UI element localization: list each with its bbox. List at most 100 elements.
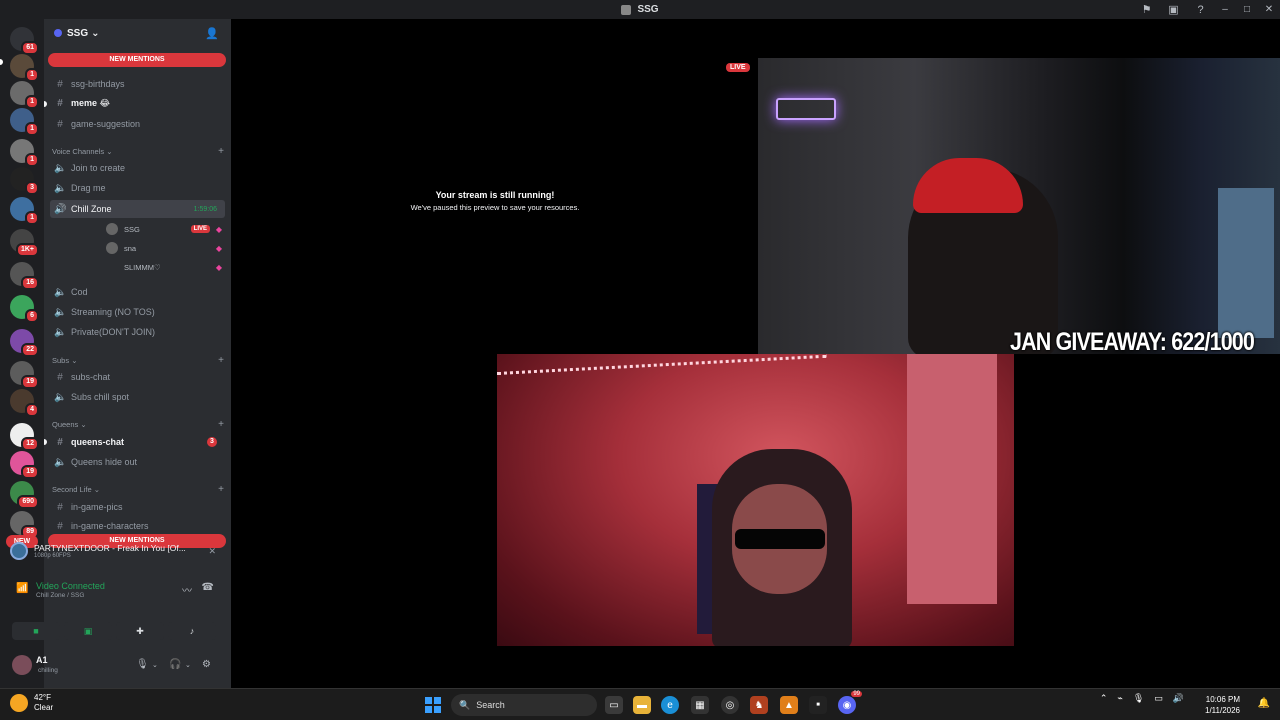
display-icon[interactable]: ▭ xyxy=(1154,693,1163,704)
add-channel-icon[interactable]: + xyxy=(218,146,224,157)
category-voice[interactable]: Voice Channels ⌄ + xyxy=(52,146,224,157)
game-app-icon[interactable]: ♞ xyxy=(750,696,768,714)
stream-video-top[interactable] xyxy=(758,58,1280,354)
add-channel-icon[interactable]: + xyxy=(218,484,224,495)
weather-widget[interactable]: 42°F Clear xyxy=(10,693,53,713)
network-icon[interactable]: ⌁ xyxy=(1117,693,1122,704)
voice-channel-join-to-create[interactable]: 🔈 Join to create xyxy=(50,159,225,177)
server-icon[interactable]: 1 xyxy=(10,81,39,109)
category-label: Voice Channels xyxy=(52,147,105,156)
taskbar-search[interactable]: 🔍 Search xyxy=(451,694,597,716)
screen-share-button[interactable]: ▣ xyxy=(64,622,112,640)
voice-user-name: SLIMMM♡ xyxy=(124,262,161,272)
app-icon[interactable]: ▲ xyxy=(780,696,798,714)
server-folder[interactable]: 6 xyxy=(10,295,39,323)
chevron-down-icon[interactable]: ⌄ xyxy=(152,661,158,669)
github-icon[interactable]: ◎ xyxy=(721,696,739,714)
edge-browser-icon[interactable]: e xyxy=(661,696,679,714)
voice-user-sna[interactable]: sna ◆ xyxy=(106,241,224,255)
channel-in-game-pics[interactable]: # in-game-pics xyxy=(50,498,225,516)
add-channel-icon[interactable]: + xyxy=(218,419,224,430)
notification-bell-icon[interactable]: 🔔 xyxy=(1258,698,1270,709)
chevron-up-icon[interactable]: ⌃ xyxy=(1100,693,1108,704)
server-icon[interactable]: 1 xyxy=(10,139,39,167)
minimize-button[interactable]: – xyxy=(1214,0,1236,19)
voice-channel-private[interactable]: 🔈 Private(DON'T JOIN) xyxy=(50,323,225,341)
voice-connection-panel: 📶 Video Connected Chill Zone / SSG 〰 ☎ ■… xyxy=(4,575,226,640)
system-tray: ⌃ ⌁ 🎙 ▭ 🔊 xyxy=(1100,693,1184,704)
channel-in-game-characters[interactable]: # in-game-characters xyxy=(50,517,225,535)
voice-channel-drag-me[interactable]: 🔈 Drag me xyxy=(50,179,225,197)
voice-channel-queens-hide-out[interactable]: 🔈 Queens hide out xyxy=(50,453,225,471)
app-icon[interactable]: ■ xyxy=(809,696,827,714)
channel-label: queens-chat xyxy=(71,437,125,447)
camera-button[interactable]: ■ xyxy=(12,622,60,640)
voice-user-slimmm[interactable]: SLIMMM♡ ◆ xyxy=(106,260,224,274)
search-icon: 🔍 xyxy=(459,699,471,710)
voice-channel-streaming[interactable]: 🔈 Streaming (NO TOS) xyxy=(50,303,225,321)
chevron-down-icon[interactable]: ⌄ xyxy=(185,661,191,669)
activities-button[interactable]: ✚ xyxy=(116,622,164,640)
server-icon[interactable]: 1 xyxy=(10,54,39,82)
store-icon[interactable]: ▦ xyxy=(691,696,709,714)
add-channel-icon[interactable]: + xyxy=(218,355,224,366)
category-subs[interactable]: Subs ⌄ + xyxy=(52,355,224,366)
voice-channel-subs-chill-spot[interactable]: 🔈 Subs chill spot xyxy=(50,388,225,406)
volume-icon[interactable]: 🔊 xyxy=(1173,693,1184,704)
inbox-flag-icon[interactable]: ⚑ xyxy=(1133,0,1160,19)
connection-status[interactable]: Video Connected xyxy=(36,581,105,591)
disconnect-icon[interactable]: ☎ xyxy=(202,582,214,593)
discord-taskbar-icon[interactable]: ◉ 99 xyxy=(838,691,862,714)
channel-ssg-birthdays[interactable]: # ssg-birthdays xyxy=(50,75,225,93)
close-activity-icon[interactable]: ✕ xyxy=(208,546,216,557)
user-name[interactable]: A1 xyxy=(36,655,48,665)
guild-header[interactable]: SSG ⌄ 👤 xyxy=(44,19,231,47)
task-view-icon[interactable]: ▭ xyxy=(605,696,623,714)
category-second-life[interactable]: Second Life ⌄ + xyxy=(52,484,224,495)
start-button[interactable] xyxy=(425,697,441,713)
headphones-icon[interactable]: 🎧 xyxy=(169,659,181,670)
invite-people-icon[interactable]: 👤 xyxy=(205,27,219,40)
category-queens[interactable]: Queens ⌄ + xyxy=(52,419,224,430)
server-icon[interactable]: 4 xyxy=(10,389,39,417)
channel-label: Cod xyxy=(71,287,88,297)
server-icon[interactable]: 1 xyxy=(10,108,39,136)
voice-channel-cod[interactable]: 🔈 Cod xyxy=(50,283,225,301)
voice-user-ssg[interactable]: SSG LIVE ◆ xyxy=(106,222,224,236)
inbox-icon[interactable]: ▣ xyxy=(1160,0,1187,19)
microphone-icon[interactable]: 🎙 xyxy=(136,659,149,670)
server-icon[interactable]: 1 xyxy=(10,197,39,225)
taskbar-clock[interactable]: 10:06 PM 1/11/2026 xyxy=(1205,694,1240,716)
server-icon[interactable]: 3 xyxy=(10,167,39,195)
server-icon[interactable]: 19 xyxy=(10,361,39,389)
channel-meme[interactable]: # meme 😂 xyxy=(50,94,225,112)
microphone-tray-icon[interactable]: 🎙 xyxy=(1133,693,1144,704)
file-explorer-icon[interactable]: ▬ xyxy=(633,696,651,714)
camera-video-bottom[interactable] xyxy=(497,354,1014,646)
server-folder[interactable]: 690 xyxy=(10,481,39,509)
help-icon[interactable]: ? xyxy=(1187,0,1214,19)
channel-game-suggestion[interactable]: # game-suggestion xyxy=(50,115,225,133)
voice-channel-chill-zone[interactable]: 🔊 Chill Zone 1:59:06 xyxy=(50,200,225,218)
channel-queens-chat[interactable]: # queens-chat 3 xyxy=(50,433,225,451)
server-folder[interactable]: 22 xyxy=(10,329,39,357)
server-folder[interactable]: 89 xyxy=(10,511,39,539)
activity-panel[interactable]: PARTYNEXTDOOR - Freak In You [Of... 1080… xyxy=(4,535,226,567)
server-icon[interactable]: 12 xyxy=(10,423,39,451)
voice-user-name: SSG xyxy=(124,224,140,234)
home-button[interactable]: 61 xyxy=(10,27,39,55)
noise-suppression-icon[interactable]: 〰 xyxy=(182,582,192,597)
paused-stream-tile[interactable]: Your stream is still running! We've paus… xyxy=(400,190,590,212)
server-folder[interactable]: 1K+ xyxy=(10,229,39,257)
server-icon[interactable]: 19 xyxy=(10,451,39,479)
connection-location[interactable]: Chill Zone / SSG xyxy=(36,592,84,599)
new-mentions-top[interactable]: NEW MENTIONS xyxy=(48,53,226,67)
paused-title: Your stream is still running! xyxy=(435,190,555,200)
maximize-button[interactable]: □ xyxy=(1236,0,1258,19)
close-button[interactable]: ✕ xyxy=(1258,0,1280,19)
avatar[interactable] xyxy=(12,655,32,675)
server-folder[interactable]: 16 xyxy=(10,262,39,290)
settings-gear-icon[interactable]: ⚙ xyxy=(202,659,211,670)
channel-subs-chat[interactable]: # subs-chat xyxy=(50,368,225,386)
soundboard-button[interactable]: ♪ xyxy=(168,622,216,640)
